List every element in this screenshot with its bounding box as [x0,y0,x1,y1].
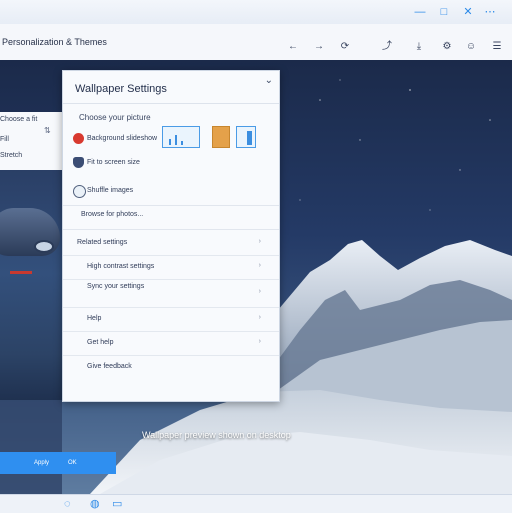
list-item-label: Sync your settings [87,283,145,290]
preview-accent [10,271,32,274]
option-label: Fit to screen size [87,159,140,166]
theme-thumbnail[interactable] [236,126,256,148]
divider [63,205,279,206]
files-icon[interactable]: ▭ [112,498,122,510]
forward-icon[interactable]: → [312,42,326,52]
app-title: Personalization & Themes [2,37,107,47]
option-row-fit[interactable]: Fit to screen size [63,151,279,173]
list-item[interactable]: Get help › [63,331,279,356]
more-icon[interactable]: ⋯ [484,6,496,18]
chevron-right-icon: › [258,338,261,345]
profile-icon[interactable]: ☺ [464,42,478,52]
menu-icon[interactable]: ☰ [490,42,504,52]
thumbnail-bar [247,131,252,145]
thumbnail-bar [169,139,171,145]
settings-icon[interactable]: ⚙ [440,42,454,52]
panel-title: Wallpaper Settings [75,83,167,95]
ok-label: OK [68,460,77,466]
refresh-icon[interactable]: ⟳ [338,42,352,52]
thumbnail-bar [175,135,177,145]
fit-options-card: Choose a fit ⇅ Fill Stretch [0,112,62,171]
start-icon[interactable]: ◌ [64,498,71,510]
taskbar: ◌ ◍ ▭ [0,494,512,513]
list-item-label: Help [87,315,102,322]
share-icon[interactable]: ⤴ [380,42,394,52]
close-icon[interactable]: ✕ [462,6,474,18]
option-label: Shuffle images [87,187,134,194]
browse-link[interactable]: Browse for photos... [81,211,143,218]
sort-icon[interactable]: ⇅ [44,126,51,135]
back-icon[interactable]: ← [286,42,300,52]
section-label: Choose your picture [79,113,151,122]
list-item-label: Get help [87,339,114,346]
browser-icon[interactable]: ◍ [90,498,100,510]
wallpaper-thumbnail-preview[interactable] [0,170,62,400]
thumbnail-bar [181,141,183,145]
wallpaper-settings-panel: Wallpaper Settings ⌄ Choose your picture… [62,70,280,402]
list-item-label: Related settings [77,239,128,246]
fit-option-fill[interactable]: Fill [0,136,9,143]
theme-thumbnail[interactable] [212,126,230,148]
download-icon[interactable]: ⤓ [412,42,426,52]
wallpaper-caption: Wallpaper preview shown on desktop [142,430,291,440]
app-toolbar: Personalization & Themes ← → ⟳ ⤴ ⤓ ⚙ ☺ ☰ [0,24,512,61]
list-item[interactable]: Give feedback [63,355,279,381]
list-item-label: High contrast settings [87,263,155,270]
list-item[interactable]: Help › [63,307,279,332]
minimize-icon[interactable]: — [414,6,426,18]
chevron-right-icon: › [258,314,261,321]
pin-icon[interactable]: ⌄ [265,75,273,86]
list-item[interactable]: High contrast settings › [63,255,279,280]
chevron-right-icon: › [258,288,261,295]
panel-header: Wallpaper Settings ⌄ [63,71,279,104]
preview-highlight [34,240,54,253]
option-label: Background slideshow [87,135,158,142]
shield-icon [73,157,84,168]
fit-option-stretch[interactable]: Stretch [0,152,22,159]
window-titlebar: — □ ✕ ⋯ [0,0,512,25]
theme-thumbnail[interactable] [162,126,200,148]
apply-button[interactable]: Apply OK [0,452,116,474]
maximize-icon[interactable]: □ [438,6,450,18]
chevron-right-icon: › [258,262,261,269]
globe-icon [73,185,86,198]
chevron-right-icon: › [258,238,261,245]
list-item[interactable]: Sync your settings › [63,279,279,308]
option-row-shuffle[interactable]: Shuffle images [63,181,279,203]
list-item[interactable]: Related settings › [63,231,279,256]
divider [63,229,279,230]
apply-label: Apply [34,460,50,466]
fit-label: Choose a fit [0,116,38,123]
list-item-label: Give feedback [87,363,132,370]
slideshow-icon [73,133,84,144]
